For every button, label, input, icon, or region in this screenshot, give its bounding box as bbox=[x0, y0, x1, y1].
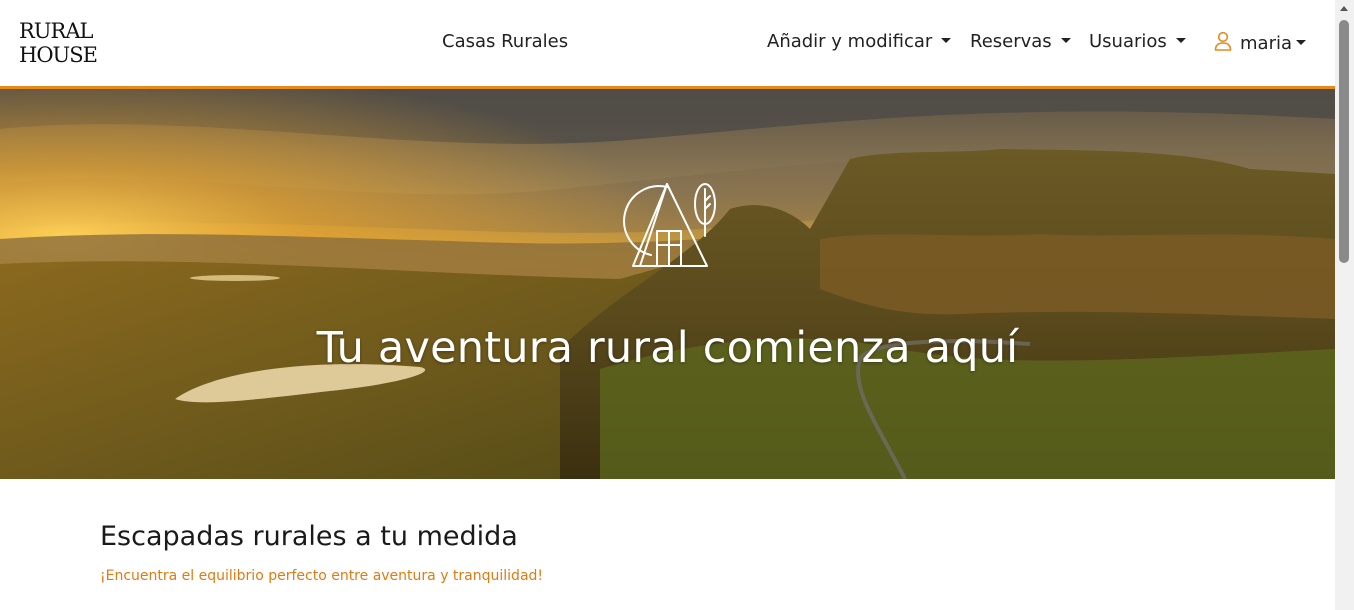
dropdown-label: Usuarios bbox=[1089, 31, 1167, 52]
hero-banner: Tu aventura rural comienza aquí bbox=[0, 89, 1335, 479]
caret-down-icon bbox=[1296, 40, 1306, 45]
page-scrollbar[interactable] bbox=[1335, 0, 1354, 610]
dropdown-usuarios[interactable]: Usuarios bbox=[1089, 31, 1186, 52]
user-name: maria bbox=[1240, 33, 1292, 54]
caret-down-icon bbox=[1175, 38, 1186, 43]
dropdown-label: Añadir y modificar bbox=[767, 31, 933, 52]
brand-line-1: RURAL bbox=[19, 19, 93, 43]
navbar: RURAL HOUSE Casas Rurales Añadir y modif… bbox=[0, 0, 1335, 89]
scroll-up-arrow-icon[interactable] bbox=[1340, 6, 1348, 11]
hero-landscape-image bbox=[0, 89, 1335, 479]
section-title: Escapadas rurales a tu medida bbox=[100, 521, 518, 552]
brand-logo[interactable]: RURAL HOUSE bbox=[19, 19, 109, 67]
caret-down-icon bbox=[941, 38, 952, 43]
hero-title: Tu aventura rural comienza aquí bbox=[316, 322, 1019, 373]
caret-down-icon bbox=[1060, 38, 1071, 43]
dropdown-anadir-modificar[interactable]: Añadir y modificar bbox=[767, 31, 952, 52]
page: RURAL HOUSE Casas Rurales Añadir y modif… bbox=[0, 0, 1335, 610]
dropdown-user-menu[interactable]: maria bbox=[1214, 31, 1306, 54]
dropdown-label: Reservas bbox=[970, 31, 1052, 52]
scrollbar-thumb[interactable] bbox=[1339, 20, 1349, 263]
dropdown-reservas[interactable]: Reservas bbox=[970, 31, 1071, 52]
cabin-tree-logo-icon bbox=[623, 183, 716, 267]
nav-casas-rurales[interactable]: Casas Rurales bbox=[442, 31, 568, 52]
brand-line-2: HOUSE bbox=[19, 43, 98, 67]
user-icon bbox=[1214, 31, 1232, 51]
section-subtitle: ¡Encuentra el equilibrio perfecto entre … bbox=[100, 568, 544, 584]
